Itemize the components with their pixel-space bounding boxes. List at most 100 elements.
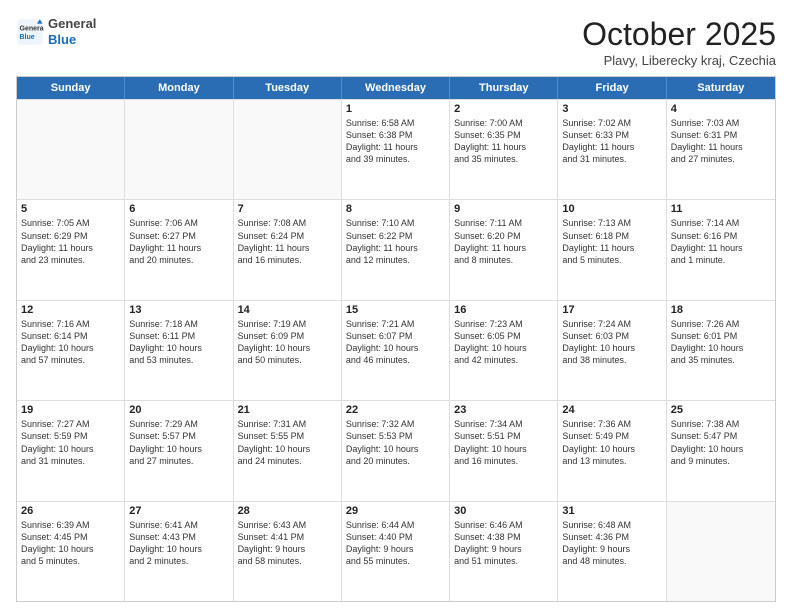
cell-info: Sunrise: 7:08 AM Sunset: 6:24 PM Dayligh… [238,217,337,266]
calendar-cell: 12 Sunrise: 7:16 AM Sunset: 6:14 PM Dayli… [17,301,125,400]
calendar-header: SundayMondayTuesdayWednesdayThursdayFrid… [17,77,775,99]
calendar-cell: 2 Sunrise: 7:00 AM Sunset: 6:35 PM Daylig… [450,100,558,199]
calendar-cell: 29 Sunrise: 6:44 AM Sunset: 4:40 PM Dayli… [342,502,450,601]
calendar-cell: 20 Sunrise: 7:29 AM Sunset: 5:57 PM Dayli… [125,401,233,500]
calendar-row: 19 Sunrise: 7:27 AM Sunset: 5:59 PM Dayli… [17,400,775,500]
cell-info: Sunrise: 7:02 AM Sunset: 6:33 PM Dayligh… [562,117,661,166]
day-number: 20 [129,404,228,416]
calendar-cell: 11 Sunrise: 7:14 AM Sunset: 6:16 PM Dayli… [667,200,775,299]
calendar-cell: 8 Sunrise: 7:10 AM Sunset: 6:22 PM Daylig… [342,200,450,299]
day-number: 23 [454,404,553,416]
day-number: 30 [454,505,553,517]
day-number: 31 [562,505,661,517]
day-number: 16 [454,304,553,316]
calendar-cell: 15 Sunrise: 7:21 AM Sunset: 6:07 PM Dayli… [342,301,450,400]
day-number: 2 [454,103,553,115]
day-number: 29 [346,505,445,517]
calendar-cell: 3 Sunrise: 7:02 AM Sunset: 6:33 PM Daylig… [558,100,666,199]
cell-info: Sunrise: 6:39 AM Sunset: 4:45 PM Dayligh… [21,519,120,568]
logo-text: General Blue [48,16,96,47]
logo: General Blue General Blue [16,16,96,47]
cell-info: Sunrise: 7:27 AM Sunset: 5:59 PM Dayligh… [21,418,120,467]
cell-info: Sunrise: 7:10 AM Sunset: 6:22 PM Dayligh… [346,217,445,266]
calendar-cell: 1 Sunrise: 6:58 AM Sunset: 6:38 PM Daylig… [342,100,450,199]
day-number: 18 [671,304,771,316]
day-number: 28 [238,505,337,517]
calendar-body: 1 Sunrise: 6:58 AM Sunset: 6:38 PM Daylig… [17,99,775,601]
calendar-cell: 18 Sunrise: 7:26 AM Sunset: 6:01 PM Dayli… [667,301,775,400]
cell-info: Sunrise: 6:48 AM Sunset: 4:36 PM Dayligh… [562,519,661,568]
cell-info: Sunrise: 7:16 AM Sunset: 6:14 PM Dayligh… [21,318,120,367]
day-number: 21 [238,404,337,416]
cell-info: Sunrise: 7:13 AM Sunset: 6:18 PM Dayligh… [562,217,661,266]
day-of-week-header: Thursday [450,77,558,99]
calendar-cell: 10Sunrise: 7:13 AM Sunset: 6:18 PM Dayli… [558,200,666,299]
day-number: 15 [346,304,445,316]
calendar-cell [125,100,233,199]
cell-info: Sunrise: 7:18 AM Sunset: 6:11 PM Dayligh… [129,318,228,367]
day-number: 4 [671,103,771,115]
cell-info: Sunrise: 7:31 AM Sunset: 5:55 PM Dayligh… [238,418,337,467]
day-number: 26 [21,505,120,517]
calendar-cell: 24Sunrise: 7:36 AM Sunset: 5:49 PM Dayli… [558,401,666,500]
calendar-cell [234,100,342,199]
calendar-cell: 13 Sunrise: 7:18 AM Sunset: 6:11 PM Dayli… [125,301,233,400]
cell-info: Sunrise: 7:23 AM Sunset: 6:05 PM Dayligh… [454,318,553,367]
day-number: 12 [21,304,120,316]
day-number: 24 [562,404,661,416]
calendar-cell: 21 Sunrise: 7:31 AM Sunset: 5:55 PM Dayli… [234,401,342,500]
day-number: 19 [21,404,120,416]
day-number: 11 [671,203,771,215]
cell-info: Sunrise: 7:26 AM Sunset: 6:01 PM Dayligh… [671,318,771,367]
day-number: 27 [129,505,228,517]
day-of-week-header: Tuesday [234,77,342,99]
cell-info: Sunrise: 7:19 AM Sunset: 6:09 PM Dayligh… [238,318,337,367]
calendar-cell: 31 Sunrise: 6:48 AM Sunset: 4:36 PM Dayli… [558,502,666,601]
calendar-row: 12 Sunrise: 7:16 AM Sunset: 6:14 PM Dayli… [17,300,775,400]
calendar-cell: 22Sunrise: 7:32 AM Sunset: 5:53 PM Dayli… [342,401,450,500]
calendar-row: 1 Sunrise: 6:58 AM Sunset: 6:38 PM Daylig… [17,99,775,199]
calendar-cell: 28Sunrise: 6:43 AM Sunset: 4:41 PM Dayli… [234,502,342,601]
cell-info: Sunrise: 6:58 AM Sunset: 6:38 PM Dayligh… [346,117,445,166]
calendar-cell: 7Sunrise: 7:08 AM Sunset: 6:24 PM Daylig… [234,200,342,299]
cell-info: Sunrise: 6:41 AM Sunset: 4:43 PM Dayligh… [129,519,228,568]
calendar-cell: 23Sunrise: 7:34 AM Sunset: 5:51 PM Dayli… [450,401,558,500]
day-of-week-header: Saturday [667,77,775,99]
month-title: October 2025 [582,16,776,53]
day-number: 8 [346,203,445,215]
day-of-week-header: Sunday [17,77,125,99]
header: General Blue General Blue October 2025 P… [16,16,776,68]
day-number: 5 [21,203,120,215]
cell-info: Sunrise: 7:29 AM Sunset: 5:57 PM Dayligh… [129,418,228,467]
day-number: 3 [562,103,661,115]
title-block: October 2025 Plavy, Liberecky kraj, Czec… [582,16,776,68]
cell-info: Sunrise: 6:44 AM Sunset: 4:40 PM Dayligh… [346,519,445,568]
cell-info: Sunrise: 7:05 AM Sunset: 6:29 PM Dayligh… [21,217,120,266]
calendar-row: 5 Sunrise: 7:05 AM Sunset: 6:29 PM Daylig… [17,199,775,299]
day-number: 1 [346,103,445,115]
calendar-cell: 27 Sunrise: 6:41 AM Sunset: 4:43 PM Dayli… [125,502,233,601]
cell-info: Sunrise: 7:00 AM Sunset: 6:35 PM Dayligh… [454,117,553,166]
day-of-week-header: Monday [125,77,233,99]
cell-info: Sunrise: 7:11 AM Sunset: 6:20 PM Dayligh… [454,217,553,266]
day-number: 9 [454,203,553,215]
day-number: 17 [562,304,661,316]
svg-text:Blue: Blue [20,34,35,41]
calendar-cell: 19 Sunrise: 7:27 AM Sunset: 5:59 PM Dayli… [17,401,125,500]
logo-icon: General Blue [16,18,44,46]
svg-text:General: General [20,25,45,32]
day-number: 13 [129,304,228,316]
calendar-cell: 30 Sunrise: 6:46 AM Sunset: 4:38 PM Dayli… [450,502,558,601]
day-of-week-header: Wednesday [342,77,450,99]
page: General Blue General Blue October 2025 P… [0,0,792,612]
cell-info: Sunrise: 7:21 AM Sunset: 6:07 PM Dayligh… [346,318,445,367]
day-number: 22 [346,404,445,416]
subtitle: Plavy, Liberecky kraj, Czechia [582,53,776,68]
cell-info: Sunrise: 6:46 AM Sunset: 4:38 PM Dayligh… [454,519,553,568]
calendar-cell: 17Sunrise: 7:24 AM Sunset: 6:03 PM Dayli… [558,301,666,400]
calendar-cell [17,100,125,199]
cell-info: Sunrise: 7:38 AM Sunset: 5:47 PM Dayligh… [671,418,771,467]
cell-info: Sunrise: 7:14 AM Sunset: 6:16 PM Dayligh… [671,217,771,266]
cell-info: Sunrise: 7:06 AM Sunset: 6:27 PM Dayligh… [129,217,228,266]
calendar-cell: 26 Sunrise: 6:39 AM Sunset: 4:45 PM Dayli… [17,502,125,601]
